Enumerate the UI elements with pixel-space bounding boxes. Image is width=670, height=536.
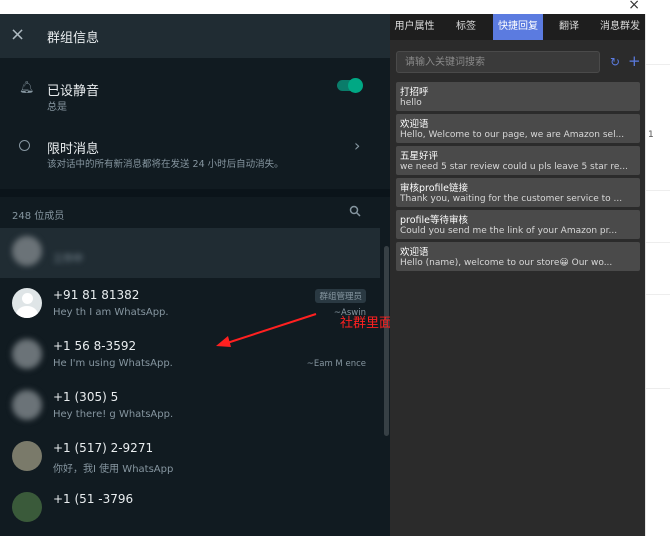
member-status: He I'm using WhatsApp. (53, 358, 173, 369)
quick-reply-item[interactable]: 打招呼 hello (396, 82, 640, 111)
tab-bulk-message[interactable]: 消息群发 (595, 14, 645, 40)
reply-body: hello (400, 98, 634, 108)
mute-setting[interactable]: 🔔︎ 已设静音 总是 (0, 72, 390, 120)
member-row[interactable]: +91 81 81382 Hey th I am WhatsApp. 群组管理员… (0, 280, 380, 330)
member-list-scrollbar[interactable] (384, 246, 389, 436)
avatar (12, 492, 42, 522)
toggle-knob (348, 78, 363, 93)
reply-title: 欢迎语 (400, 244, 429, 258)
section-divider (0, 189, 390, 197)
search-input[interactable] (396, 51, 600, 73)
close-icon[interactable]: × (10, 26, 25, 44)
disappearing-subtitle: 该对话中的所有新消息都将在发送 24 小时后自动消失。 (47, 156, 284, 170)
member-status: Hey th I am WhatsApp. (53, 307, 169, 318)
member-alias: ~Eam M ence (307, 359, 366, 369)
tab-user-attributes[interactable]: 用户属性 (390, 14, 439, 40)
reply-title: 欢迎语 (400, 116, 429, 130)
group-info-panel: × 群组信息 🔔︎ 已设静音 总是 限时消息 该对话中的所有新消息都将在发送 2… (0, 14, 390, 536)
reply-body: we need 5 star review could u pls leave … (400, 162, 634, 172)
quick-reply-item[interactable]: 审核profile链接 Thank you, waiting for the c… (396, 178, 640, 207)
avatar (12, 441, 42, 471)
reply-title: 打招呼 (400, 84, 429, 98)
quick-reply-item[interactable]: 欢迎语 Hello, Welcome to our page, we are A… (396, 114, 640, 143)
member-status: 你好，我I 使用 WhatsApp (53, 460, 173, 475)
tab-quick-reply[interactable]: 快捷回复 (493, 14, 543, 40)
quick-reply-item[interactable]: 欢迎语 Hello (name), welcome to our store😀 … (396, 242, 640, 271)
member-row[interactable]: +1 (51 -3796 (0, 484, 380, 534)
divider (646, 388, 670, 389)
plus-icon[interactable]: + (628, 52, 641, 70)
reply-title: 审核profile链接 (400, 180, 468, 194)
disappearing-messages-setting[interactable]: 限时消息 该对话中的所有新消息都将在发送 24 小时后自动消失。 › (0, 132, 390, 182)
member-row[interactable]: 工作中 (0, 228, 380, 278)
member-name: +1 56 8-3592 (53, 339, 136, 353)
avatar (12, 390, 42, 420)
mute-title: 已设静音 (47, 80, 99, 99)
member-status: 工作中 (53, 250, 83, 265)
annotation-arrow (212, 310, 322, 350)
tab-bar: 用户属性 标签 快捷回复 翻译 消息群发 (390, 14, 645, 40)
background-text: 1 (648, 130, 654, 140)
avatar (12, 236, 42, 266)
refresh-icon[interactable]: ↻ (610, 55, 620, 69)
group-info-header: × 群组信息 (0, 14, 390, 58)
admin-badge: 群组管理员 (315, 289, 366, 303)
member-status: Hey there! g WhatsApp. (53, 409, 173, 420)
mute-toggle[interactable] (337, 80, 361, 91)
reply-body: Hello (name), welcome to our store😀 Our … (400, 258, 634, 268)
members-header: 248 位成员 (0, 197, 390, 229)
divider (646, 242, 670, 243)
member-name: +1 (51 -3796 (53, 492, 133, 506)
reply-body: Hello, Welcome to our page, we are Amazo… (400, 130, 634, 140)
member-name: +91 81 81382 (53, 288, 139, 302)
avatar (12, 339, 42, 369)
chevron-right-icon: › (354, 136, 360, 155)
reply-title: 五星好评 (400, 148, 438, 162)
divider (646, 294, 670, 295)
quick-reply-panel: 用户属性 标签 快捷回复 翻译 消息群发 ↻ + 打招呼 hello 欢迎语 H… (390, 14, 645, 536)
disappearing-title: 限时消息 (47, 138, 99, 157)
tab-translate[interactable]: 翻译 (548, 14, 590, 40)
member-row[interactable]: +1 (305) 5 Hey there! g WhatsApp. (0, 382, 380, 432)
window-close-icon[interactable]: × (628, 0, 640, 13)
member-row[interactable]: +1 (517) 2-9271 你好，我I 使用 WhatsApp (0, 433, 380, 483)
member-name: +1 (305) 5 (53, 390, 118, 404)
tab-tags[interactable]: 标签 (443, 14, 489, 40)
timer-icon (19, 140, 30, 151)
bell-icon: 🔔︎ (19, 80, 34, 94)
reply-body: Thank you, waiting for the customer serv… (400, 194, 634, 204)
search-icon[interactable] (349, 205, 361, 217)
member-count: 248 位成员 (12, 207, 64, 222)
background-window: 1 (645, 14, 670, 536)
mute-subtitle: 总是 (47, 98, 67, 113)
member-row[interactable]: +1 56 8-3592 He I'm using WhatsApp. ~Eam… (0, 331, 380, 381)
divider (646, 190, 670, 191)
avatar (12, 288, 42, 318)
quick-reply-item[interactable]: 五星好评 we need 5 star review could u pls l… (396, 146, 640, 175)
top-strip: × (0, 0, 670, 14)
quick-reply-item[interactable]: profile等待审核 Could you send me the link o… (396, 210, 640, 239)
reply-title: profile等待审核 (400, 212, 468, 226)
divider (646, 64, 670, 65)
reply-body: Could you send me the link of your Amazo… (400, 226, 634, 236)
group-info-title: 群组信息 (47, 27, 99, 46)
member-name: +1 (517) 2-9271 (53, 441, 153, 455)
